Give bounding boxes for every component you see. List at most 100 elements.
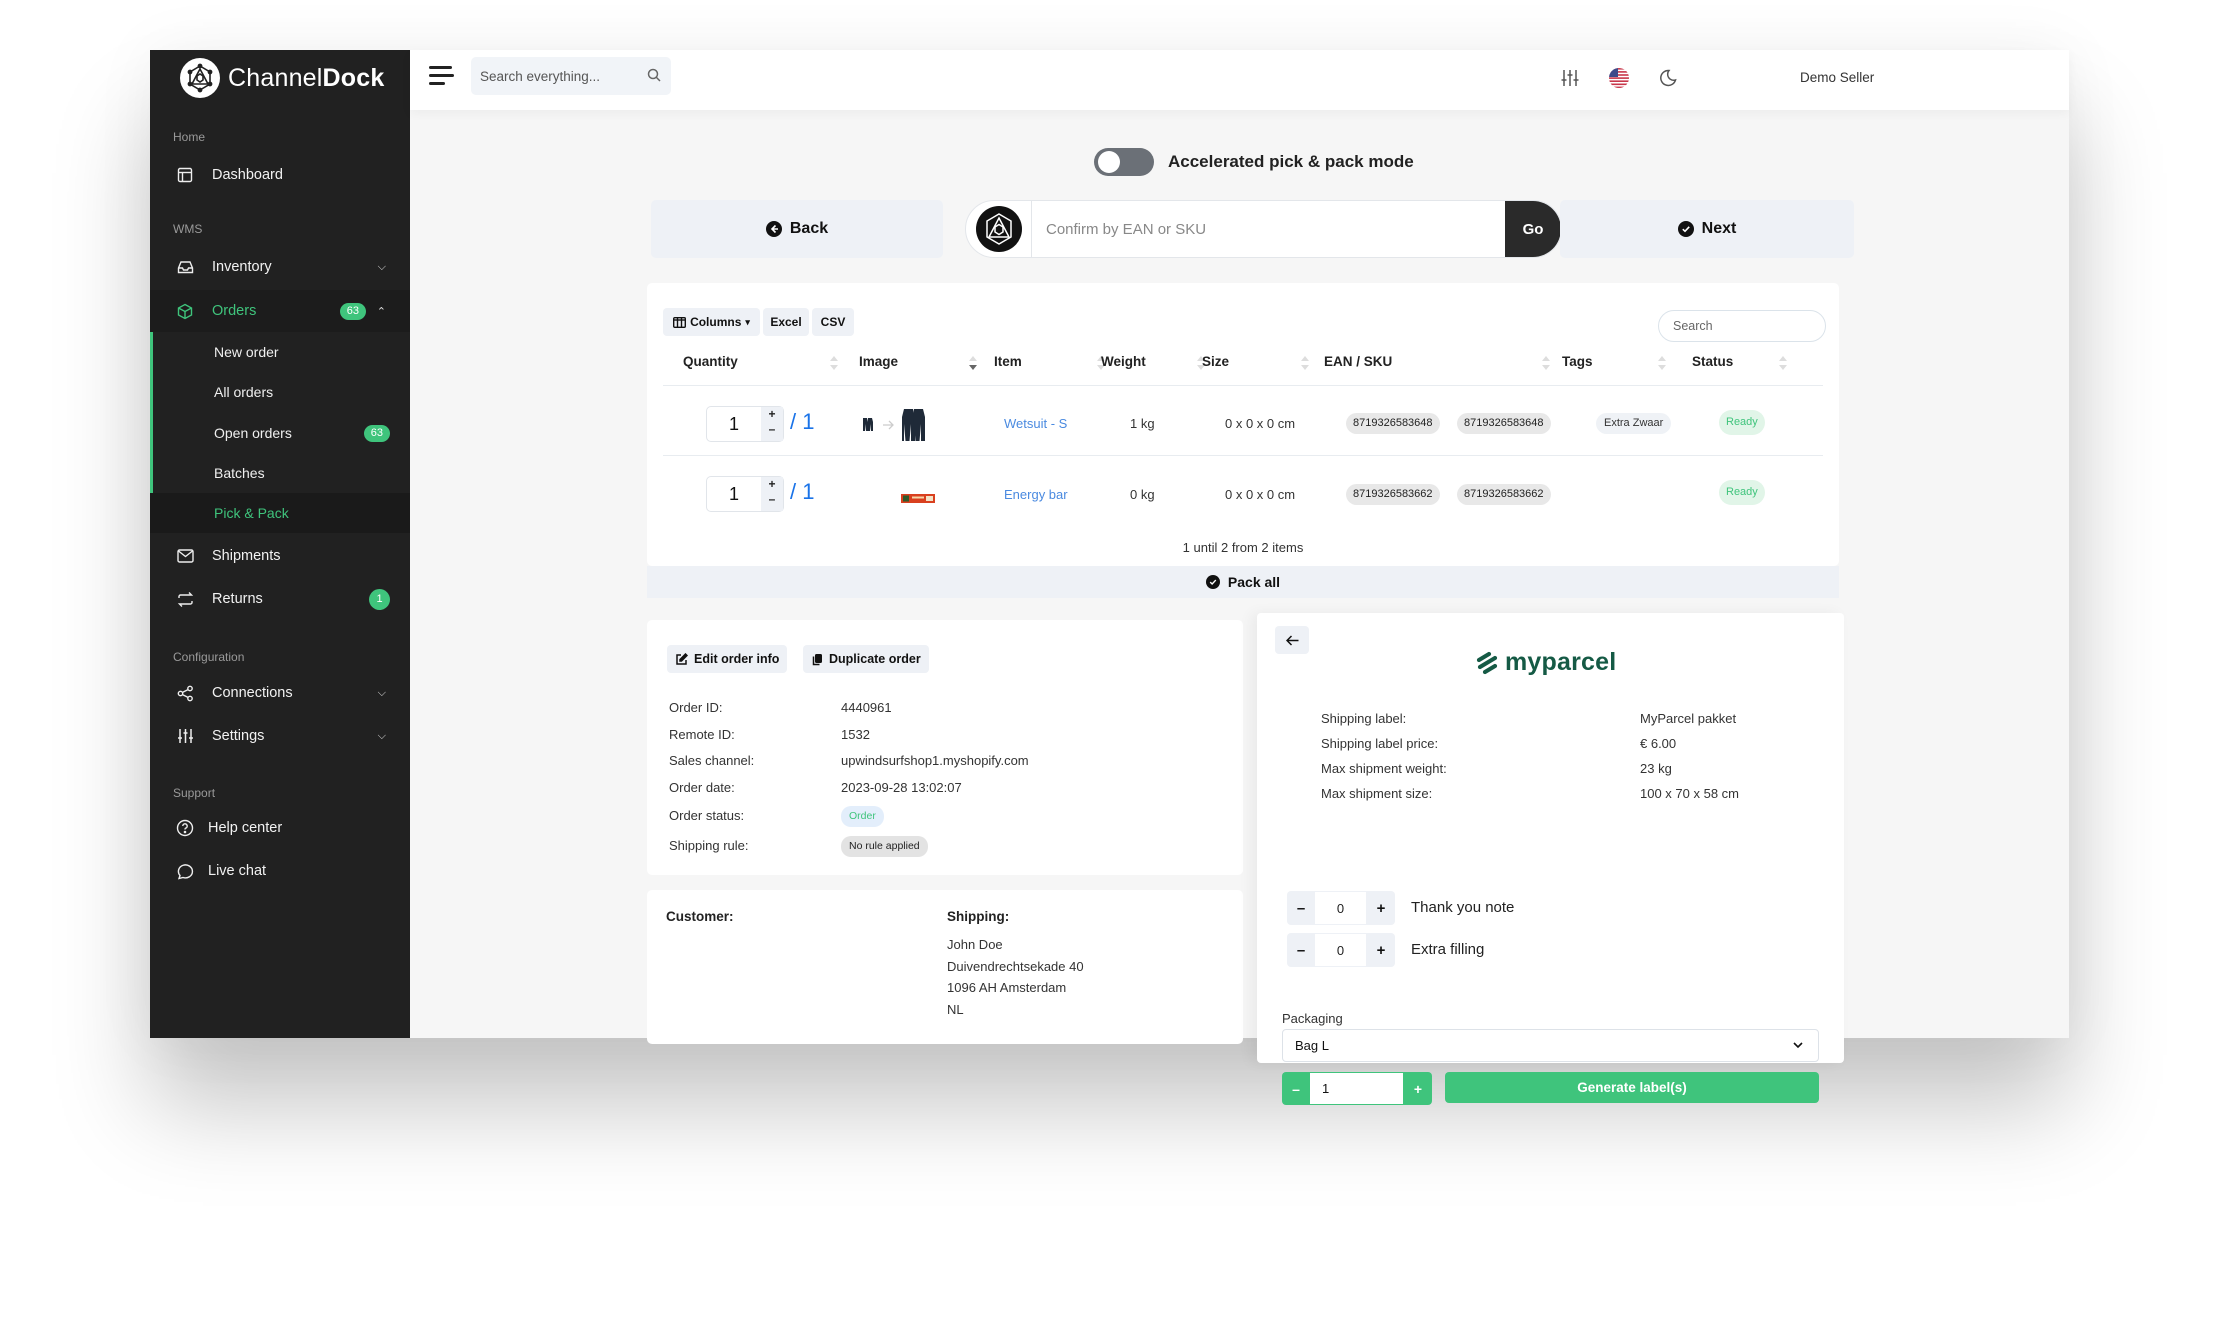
sort-icon[interactable] — [1542, 355, 1550, 371]
sidebar-item-settings[interactable]: Settings ⌵ — [150, 715, 410, 757]
sidebar-subitem-all-orders[interactable]: All orders — [150, 372, 410, 412]
sort-icon[interactable] — [830, 355, 838, 371]
next-button[interactable]: Next — [1560, 200, 1854, 258]
user-menu[interactable]: Demo Seller — [1800, 70, 1874, 85]
col-header-size[interactable]: Size — [1202, 354, 1229, 369]
go-button[interactable]: Go — [1505, 201, 1561, 257]
row-divider — [663, 385, 1823, 386]
sidebar-subitem-pick-pack[interactable]: Pick & Pack — [150, 493, 410, 533]
sidebar-item-help-center[interactable]: Help center — [150, 807, 410, 849]
col-header-tags[interactable]: Tags — [1562, 354, 1593, 369]
pack-all-button[interactable]: Pack all — [647, 566, 1839, 598]
sort-icon[interactable] — [1658, 355, 1666, 371]
wetsuit-image — [857, 405, 947, 450]
item-link[interactable]: Energy bar — [1004, 487, 1068, 502]
quantity-plus-minus[interactable]: + – — [761, 407, 783, 441]
sidebar-item-shipments[interactable]: Shipments — [150, 535, 410, 577]
quantity-plus-minus[interactable]: + – — [761, 477, 783, 511]
carrier-back-button[interactable] — [1275, 626, 1309, 654]
sliders-icon — [176, 727, 194, 745]
pack-all-label: Pack all — [1227, 574, 1281, 590]
col-header-item[interactable]: Item — [994, 354, 1022, 369]
edit-order-button[interactable]: Edit order info — [667, 645, 788, 673]
quantity-total: / 1 — [790, 479, 815, 504]
increment-button[interactable]: + — [1367, 891, 1395, 925]
columns-button[interactable]: Columns ▾ — [663, 308, 760, 336]
myparcel-mark-icon — [1476, 651, 1498, 674]
sidebar-item-returns[interactable]: Returns 1 — [150, 578, 410, 620]
sidebar-subitem-batches[interactable]: Batches — [150, 453, 410, 493]
table-search-input[interactable]: Search — [1658, 310, 1826, 342]
myparcel-logo: myparcel — [1475, 648, 1616, 677]
dark-mode-moon-icon[interactable] — [1658, 68, 1678, 88]
col-header-ean-sku[interactable]: EAN / SKU — [1324, 354, 1392, 369]
weight-cell: 1 kg — [1130, 416, 1155, 431]
decrement-button[interactable]: – — [1282, 1072, 1310, 1105]
increment-button[interactable]: + — [1367, 933, 1395, 967]
sidebar-item-label: Returns — [212, 591, 263, 607]
generate-labels-button[interactable]: Generate label(s) — [1445, 1072, 1819, 1103]
col-header-image[interactable]: Image — [859, 354, 898, 369]
extra-filling-count[interactable]: 0 — [1315, 934, 1366, 966]
us-flag-icon[interactable] — [1609, 68, 1629, 88]
order-id-label: Order ID: — [669, 700, 723, 715]
item-link[interactable]: Wetsuit - S — [1004, 416, 1067, 431]
back-label: Back — [789, 220, 829, 237]
increment-button[interactable]: + — [1404, 1072, 1432, 1105]
remote-id-value: 1532 — [841, 727, 870, 742]
sort-desc-icon[interactable] — [969, 355, 977, 371]
filter-sliders-icon[interactable] — [1560, 68, 1580, 88]
ean-sku-input[interactable]: Confirm by EAN or SKU — [1032, 221, 1505, 238]
extra-filling-stepper: – 0 + — [1287, 933, 1395, 967]
sidebar-item-connections[interactable]: Connections ⌵ — [150, 672, 410, 714]
size-cell: 0 x 0 x 0 cm — [1225, 487, 1296, 502]
columns-icon — [673, 316, 687, 328]
quantity-stepper[interactable]: 1 + – — [706, 476, 784, 512]
pick-items-table: Columns ▾ Excel CSV Search Quantity Imag… — [647, 283, 1839, 566]
detail-label: Max shipment weight: — [1321, 761, 1447, 776]
envelope-icon — [176, 547, 194, 565]
sidebar-subitem-new-order[interactable]: New order — [150, 332, 410, 372]
sidebar-subitem-open-orders[interactable]: Open orders 63 — [150, 413, 410, 453]
export-csv-button[interactable]: CSV — [812, 308, 854, 336]
quantity-value[interactable]: 1 — [707, 477, 761, 511]
label-count-input[interactable]: 1 — [1310, 1073, 1403, 1104]
decrement-button[interactable]: – — [1287, 933, 1315, 967]
sort-icon[interactable] — [1779, 355, 1787, 371]
brand-logo[interactable]: ChannelDock — [180, 58, 384, 98]
search-placeholder: Search everything... — [480, 68, 601, 84]
col-header-weight[interactable]: Weight — [1101, 354, 1146, 369]
export-excel-button[interactable]: Excel — [763, 308, 809, 336]
sidebar-item-live-chat[interactable]: Live chat — [150, 850, 410, 892]
thank-you-note-count[interactable]: 0 — [1315, 892, 1366, 924]
chevron-down-icon — [1793, 1042, 1803, 1049]
detail-label: Max shipment size: — [1321, 786, 1433, 801]
menu-toggle-icon[interactable] — [429, 66, 454, 88]
chevron-down-icon: ⌵ — [377, 260, 386, 273]
order-id-link[interactable]: 4440961 — [841, 700, 892, 715]
quantity-stepper[interactable]: 1 + – — [706, 406, 784, 442]
packaging-select[interactable]: Bag L — [1282, 1029, 1819, 1062]
sidebar-item-inventory[interactable]: Inventory ⌵ — [150, 246, 410, 288]
sidebar-item-dashboard[interactable]: Dashboard — [150, 154, 410, 196]
topbar: Search everything... Demo Seller — [410, 50, 2069, 110]
decrement-button[interactable]: – — [1287, 891, 1315, 925]
box-icon — [176, 302, 194, 320]
sort-icon[interactable] — [1301, 355, 1309, 371]
quantity-value[interactable]: 1 — [707, 407, 761, 441]
check-circle-icon — [1677, 221, 1694, 237]
sidebar-item-orders[interactable]: Orders 63 ⌃ — [150, 290, 410, 332]
chevron-down-icon: ⌵ — [377, 686, 386, 699]
duplicate-order-button[interactable]: Duplicate order — [803, 645, 929, 673]
accelerated-mode-row: Accelerated pick & pack mode — [1094, 148, 1414, 176]
back-button[interactable]: Back — [651, 200, 943, 258]
col-header-quantity[interactable]: Quantity — [683, 354, 738, 369]
col-header-status[interactable]: Status — [1692, 354, 1733, 369]
app-window: ChannelDock Home Dashboard WMS Inventory… — [150, 50, 2069, 1105]
channeldock-logo-icon — [180, 58, 220, 98]
scanner-logo-icon — [966, 201, 1032, 257]
sidebar-item-label: Orders — [212, 303, 257, 319]
accelerated-mode-toggle[interactable] — [1094, 148, 1154, 176]
global-search-input[interactable]: Search everything... — [471, 57, 671, 95]
detail-label: Shipping label: — [1321, 711, 1407, 726]
